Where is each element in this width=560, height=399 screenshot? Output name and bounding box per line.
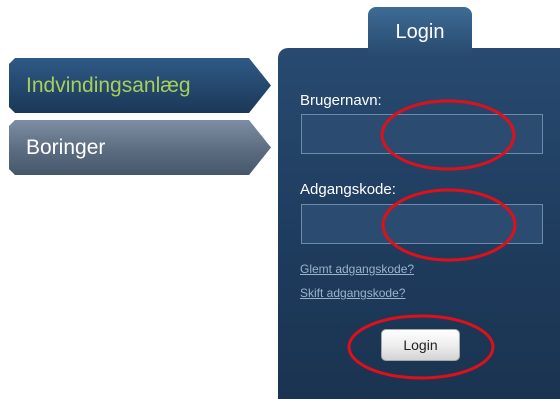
password-field[interactable] xyxy=(301,204,543,244)
nav-item-boringer[interactable]: Boringer xyxy=(9,120,271,175)
password-label: Adgangskode: xyxy=(300,181,396,198)
login-button[interactable]: Login xyxy=(381,329,460,361)
change-password-link[interactable]: Skift adgangskode? xyxy=(300,286,405,300)
username-label: Brugernavn: xyxy=(300,92,382,109)
forgot-password-link[interactable]: Glemt adgangskode? xyxy=(300,262,414,276)
username-field[interactable] xyxy=(301,114,543,154)
tab-login[interactable]: Login xyxy=(368,7,472,57)
nav-item-label: Boringer xyxy=(26,135,106,159)
nav-item-label: Indvindingsanlæg xyxy=(26,73,191,97)
tab-login-label: Login xyxy=(395,20,445,43)
nav-item-indvindingsanlaeg[interactable]: Indvindingsanlæg xyxy=(9,58,271,113)
